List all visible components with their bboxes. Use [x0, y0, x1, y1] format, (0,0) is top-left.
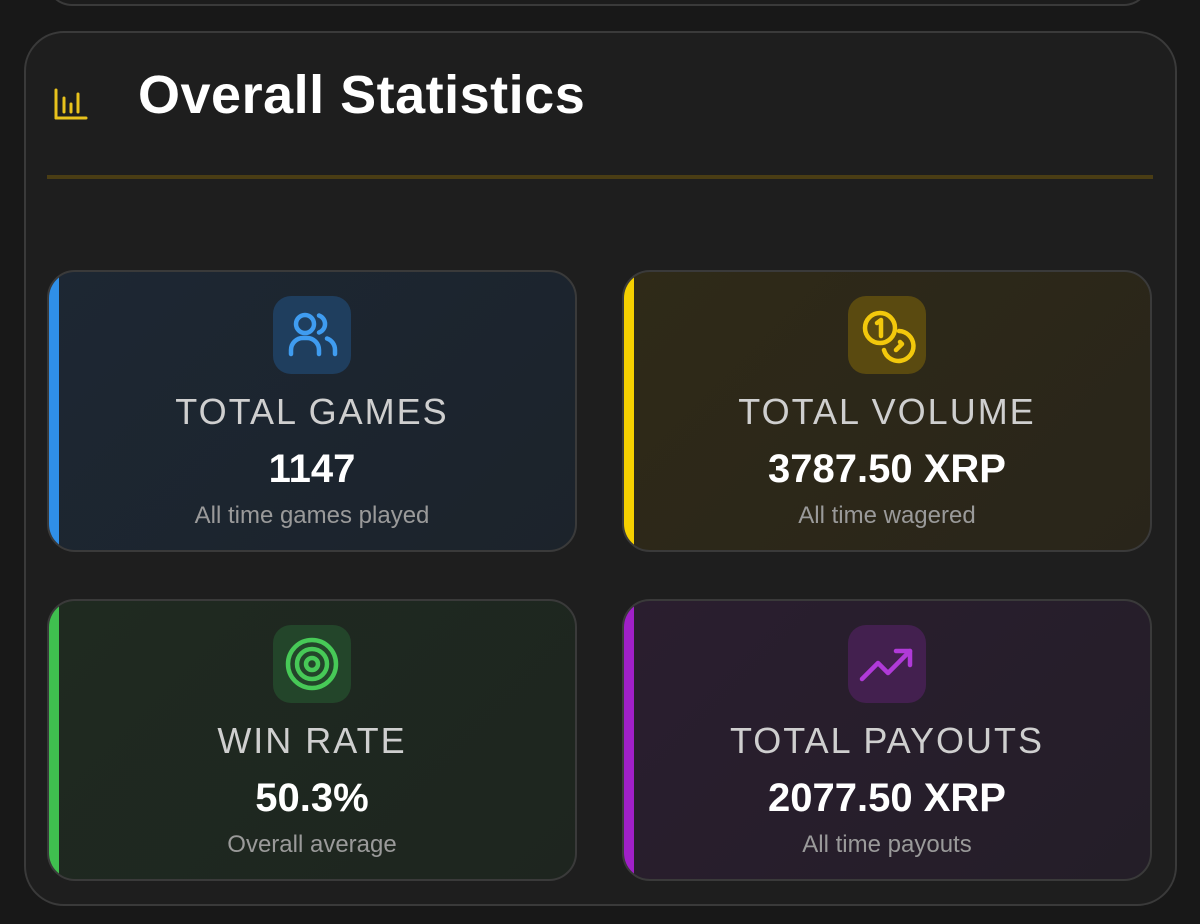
- users-icon: [273, 296, 351, 374]
- stat-card-win-rate: WIN RATE 50.3% Overall average: [47, 599, 577, 881]
- section-title: Overall Statistics: [138, 65, 586, 125]
- stat-card-total-volume: TOTAL VOLUME 3787.50 XRP All time wagere…: [622, 270, 1152, 552]
- bar-chart-icon: [50, 84, 90, 124]
- stat-value: 2077.50 XRP: [768, 776, 1006, 820]
- stat-subtitle: All time wagered: [798, 502, 976, 529]
- stat-card-total-games: TOTAL GAMES 1147 All time games played: [47, 270, 577, 552]
- stat-label: WIN RATE: [217, 720, 407, 761]
- previous-card-edge: [46, 0, 1150, 6]
- stat-value: 1147: [268, 447, 356, 491]
- stat-label: TOTAL GAMES: [175, 391, 449, 432]
- trending-up-icon: [848, 625, 926, 703]
- stat-value: 3787.50 XRP: [768, 447, 1006, 491]
- stat-subtitle: All time payouts: [802, 831, 972, 858]
- target-icon: [273, 625, 351, 703]
- stat-subtitle: Overall average: [227, 831, 397, 858]
- stat-label: TOTAL PAYOUTS: [729, 720, 1045, 761]
- coins-icon: [848, 296, 926, 374]
- stat-value: 50.3%: [255, 776, 369, 820]
- stat-subtitle: All time games played: [194, 502, 430, 529]
- stat-label: TOTAL VOLUME: [738, 391, 1036, 432]
- section-divider: [47, 175, 1153, 179]
- stat-card-total-payouts: TOTAL PAYOUTS 2077.50 XRP All time payou…: [622, 599, 1152, 881]
